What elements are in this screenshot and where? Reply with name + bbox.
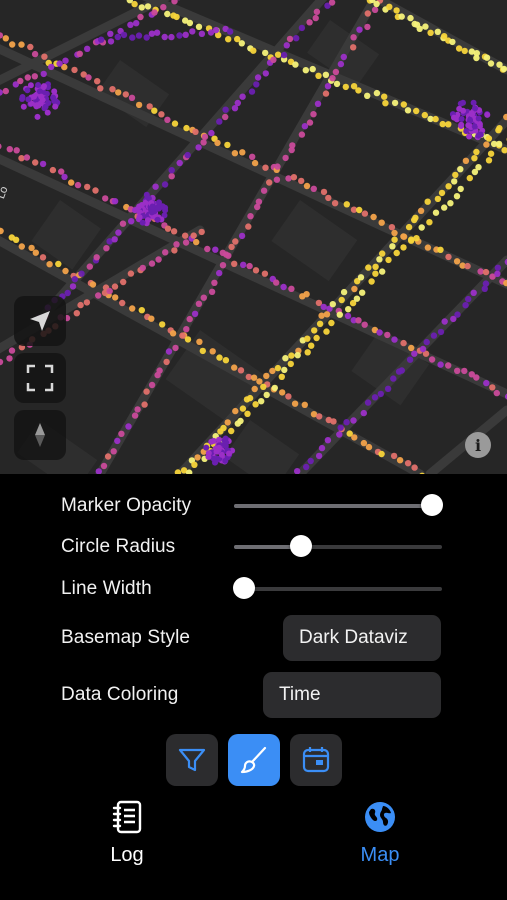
- compass-button[interactable]: [14, 410, 66, 460]
- circle-radius-row: Circle Radius: [61, 527, 442, 567]
- tab-map-label: Map: [360, 844, 400, 866]
- tab-map[interactable]: Map: [340, 800, 420, 867]
- style-button[interactable]: [228, 734, 280, 786]
- circle-radius-slider[interactable]: [234, 535, 442, 557]
- basemap-style-label: Basemap Style: [61, 627, 191, 648]
- basemap-style-row: Basemap Style Dark Dataviz: [61, 615, 441, 661]
- brush-icon: [240, 746, 267, 774]
- filter-icon: [178, 748, 206, 772]
- marker-opacity-slider[interactable]: [234, 494, 443, 516]
- line-width-row: Line Width: [61, 569, 442, 609]
- circle-radius-label: Circle Radius: [61, 536, 176, 557]
- tab-log[interactable]: Log: [87, 800, 167, 867]
- calendar-icon: [302, 747, 330, 773]
- notebook-icon: [112, 800, 142, 834]
- marker-opacity-label: Marker Opacity: [61, 495, 192, 516]
- locate-icon: [30, 311, 50, 331]
- map-view[interactable]: Lo i: [0, 0, 507, 474]
- calendar-button[interactable]: [290, 734, 342, 786]
- fullscreen-button[interactable]: [14, 353, 66, 403]
- data-coloring-select[interactable]: Time: [263, 672, 441, 718]
- compass-icon: [35, 423, 45, 447]
- marker-opacity-row: Marker Opacity: [61, 486, 443, 526]
- data-coloring-row: Data Coloring Time: [61, 672, 441, 718]
- line-width-slider[interactable]: [233, 577, 442, 599]
- info-button[interactable]: i: [465, 432, 491, 458]
- locate-button[interactable]: [14, 296, 66, 346]
- slider-thumb[interactable]: [233, 577, 256, 599]
- basemap: [0, 0, 507, 474]
- data-coloring-label: Data Coloring: [61, 684, 179, 705]
- line-width-label: Line Width: [61, 578, 152, 599]
- fullscreen-icon: [26, 364, 54, 392]
- filter-button[interactable]: [166, 734, 218, 786]
- globe-icon: [365, 802, 395, 832]
- slider-thumb[interactable]: [289, 535, 312, 557]
- basemap-style-select[interactable]: Dark Dataviz: [283, 615, 441, 661]
- slider-thumb[interactable]: [420, 494, 443, 516]
- tab-log-label: Log: [110, 844, 144, 866]
